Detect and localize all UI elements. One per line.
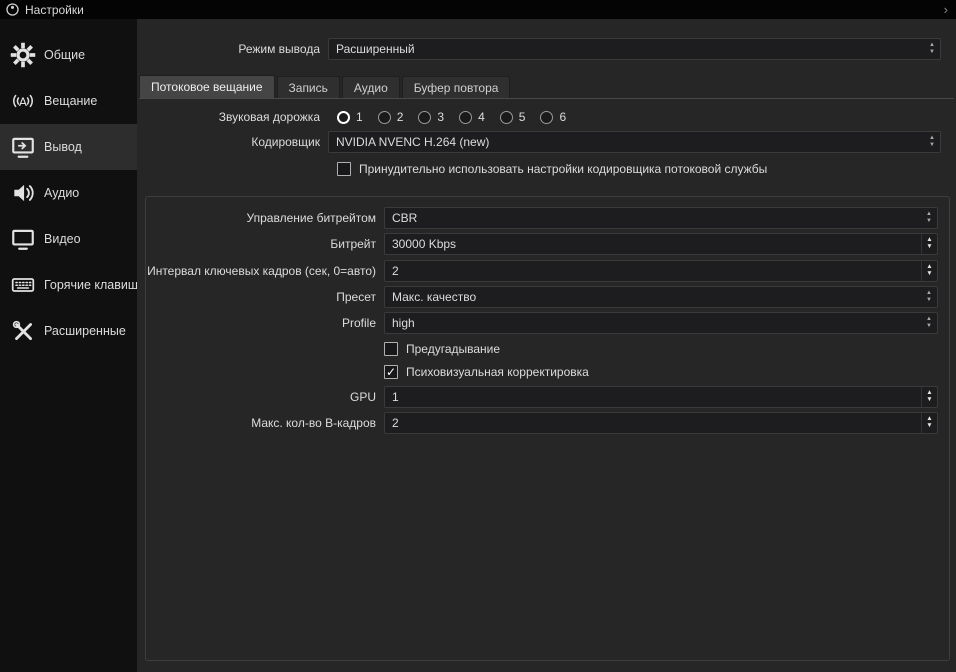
spinner-arrows-icon[interactable]: ▲ ▼ [921, 387, 937, 407]
sidebar-item-label: Вывод [44, 140, 82, 154]
sidebar-item-advanced[interactable]: Расширенные [0, 308, 137, 354]
rate-control-select[interactable]: CBR ▲ ▼ [384, 207, 938, 229]
window-title: Настройки [25, 2, 84, 17]
tab-audio[interactable]: Аудио [341, 76, 400, 98]
settings-sidebar: Общие A Вещание Вывод Аудио Видео Горячи… [0, 19, 137, 672]
radio-icon [499, 110, 513, 124]
dropdown-arrows-icon: ▲ ▼ [926, 211, 932, 224]
radio-icon [540, 110, 554, 124]
spinner-arrows-icon[interactable]: ▲ ▼ [921, 413, 937, 433]
encoder-select[interactable]: NVIDIA NVENC H.264 (new) ▲ ▼ [328, 131, 941, 153]
dropdown-arrows-icon: ▲ ▼ [926, 316, 932, 329]
psycho-visual-row: ✓ Психовизуальная корректировка [384, 364, 589, 380]
encoder-label: Кодировщик [251, 135, 320, 149]
tab-streaming[interactable]: Потоковое вещание [139, 75, 275, 98]
preset-select[interactable]: Макс. качество ▲ ▼ [384, 286, 938, 308]
audio-track-option-6[interactable]: 6 [540, 110, 566, 124]
profile-label: Profile [341, 316, 376, 330]
preset-row: Пресет Макс. качество ▲ ▼ [146, 286, 938, 308]
audio-track-row: Звуковая дорожка 1 2 3 4 5 6 [137, 106, 581, 128]
output-mode-label: Режим вывода [238, 42, 320, 56]
sidebar-item-label: Аудио [44, 186, 80, 200]
dropdown-arrows-icon: ▲ ▼ [929, 42, 935, 55]
bitrate-row: Битрейт 30000 Kbps ▲ ▼ [146, 233, 938, 255]
rate-control-label: Управление битрейтом [246, 211, 376, 225]
gpu-label: GPU [349, 390, 376, 404]
obs-logo-icon [6, 3, 19, 16]
output-tabbar: Потоковое вещание Запись Аудио Буфер пов… [139, 75, 954, 99]
keyframe-interval-label: Интервал ключевых кадров (сек, 0=авто) [147, 264, 376, 278]
sidebar-item-audio[interactable]: Аудио [0, 170, 137, 216]
keyboard-icon [11, 278, 35, 292]
dropdown-arrows-icon: ▲ ▼ [926, 290, 932, 303]
radio-icon [459, 110, 473, 124]
tools-icon [12, 320, 32, 340]
bitrate-spinner[interactable]: 30000 Kbps ▲ ▼ [384, 233, 938, 255]
max-b-frames-label: Макс. кол-во B-кадров [251, 416, 376, 430]
output-mode-row: Режим вывода Расширенный ▲ ▼ [137, 38, 941, 60]
tab-recording[interactable]: Запись [276, 76, 340, 98]
sidebar-item-general[interactable]: Общие [0, 32, 137, 78]
lookahead-row: Предугадывание [384, 341, 500, 357]
svg-text:A: A [19, 95, 28, 109]
audio-track-option-4[interactable]: 4 [459, 110, 485, 124]
radio-icon [418, 110, 432, 124]
sidebar-item-label: Горячие клавиши [44, 278, 137, 292]
sidebar-item-label: Расширенные [44, 324, 126, 338]
sidebar-item-output[interactable]: Вывод [0, 124, 137, 170]
tab-replay-buffer[interactable]: Буфер повтора [401, 76, 511, 98]
encoder-settings-group: Управление битрейтом CBR ▲ ▼ Битрейт 3000… [145, 196, 950, 661]
monitor-icon [12, 229, 34, 250]
psycho-visual-label: Психовизуальная корректировка [406, 365, 589, 379]
lookahead-checkbox[interactable] [384, 342, 398, 356]
output-icon [12, 137, 34, 158]
bitrate-label: Битрейт [330, 237, 376, 251]
spinner-arrows-icon[interactable]: ▲ ▼ [921, 234, 937, 254]
audio-track-option-5[interactable]: 5 [499, 110, 525, 124]
check-icon: ✓ [385, 365, 397, 379]
audio-track-option-1[interactable]: 1 [337, 110, 363, 124]
profile-select[interactable]: high ▲ ▼ [384, 312, 938, 334]
titlebar: Настройки › [0, 0, 956, 19]
audio-track-label: Звуковая дорожка [218, 110, 320, 124]
sidebar-item-label: Видео [44, 232, 81, 246]
gpu-spinner[interactable]: 1 ▲ ▼ [384, 386, 938, 408]
output-settings-panel: Режим вывода Расширенный ▲ ▼ Потоковое ве… [137, 19, 956, 672]
max-b-frames-spinner[interactable]: 2 ▲ ▼ [384, 412, 938, 434]
radio-selected-icon [337, 110, 350, 124]
max-b-frames-row: Макс. кол-во B-кадров 2 ▲ ▼ [146, 412, 938, 434]
dropdown-arrows-icon: ▲ ▼ [929, 135, 935, 148]
output-mode-select[interactable]: Расширенный ▲ ▼ [328, 38, 941, 60]
broadcast-icon: A [13, 94, 33, 109]
keyframe-interval-row: Интервал ключевых кадров (сек, 0=авто) 2… [146, 260, 938, 282]
enforce-settings-checkbox[interactable] [337, 162, 351, 176]
speaker-icon [14, 184, 34, 202]
sidebar-item-stream[interactable]: A Вещание [0, 78, 137, 124]
radio-icon [377, 110, 391, 124]
psycho-visual-checkbox[interactable]: ✓ [384, 365, 398, 379]
audio-track-option-3[interactable]: 3 [418, 110, 444, 124]
spinner-arrows-icon[interactable]: ▲ ▼ [921, 261, 937, 281]
keyframe-interval-spinner[interactable]: 2 ▲ ▼ [384, 260, 938, 282]
profile-row: Profile high ▲ ▼ [146, 312, 938, 334]
encoder-row: Кодировщик NVIDIA NVENC H.264 (new) ▲ ▼ [137, 131, 941, 153]
gpu-row: GPU 1 ▲ ▼ [146, 386, 938, 408]
preset-label: Пресет [336, 290, 376, 304]
sidebar-item-label: Общие [44, 48, 86, 62]
sidebar-item-label: Вещание [44, 94, 98, 108]
sidebar-item-hotkeys[interactable]: Горячие клавиши [0, 262, 137, 308]
enforce-settings-row: Принудительно использовать настройки код… [337, 161, 767, 177]
audio-track-option-2[interactable]: 2 [377, 110, 403, 124]
sidebar-item-video[interactable]: Видео [0, 216, 137, 262]
audio-track-radios: 1 2 3 4 5 6 [337, 110, 581, 124]
enforce-settings-label: Принудительно использовать настройки код… [359, 162, 768, 176]
gear-icon [10, 42, 36, 68]
window-chevron-icon[interactable]: › [944, 2, 948, 17]
lookahead-label: Предугадывание [406, 342, 501, 356]
rate-control-row: Управление битрейтом CBR ▲ ▼ [146, 207, 938, 229]
